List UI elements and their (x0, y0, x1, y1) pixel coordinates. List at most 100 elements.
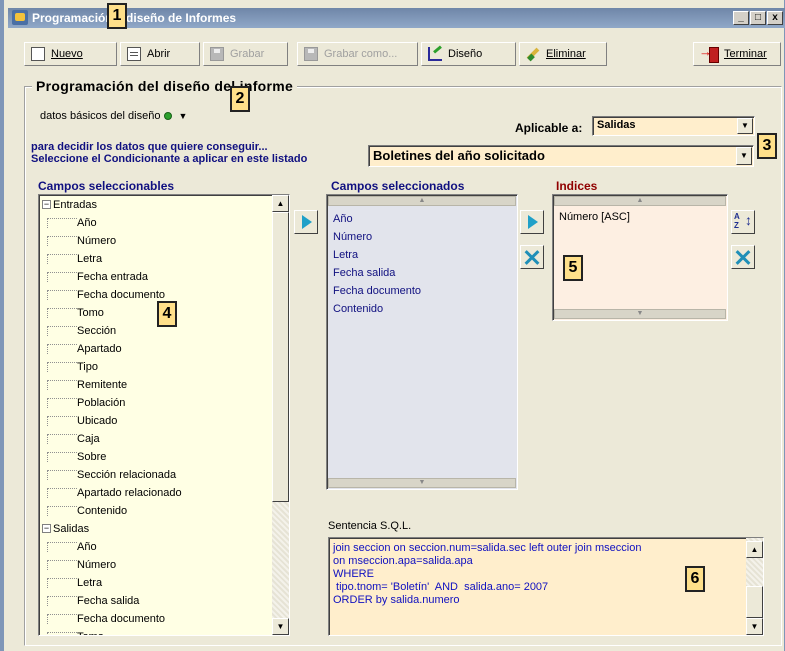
tree-group-label: Entradas (53, 199, 98, 211)
tree-group-0[interactable]: − Entradas (42, 196, 97, 214)
collapse-icon[interactable]: − (42, 200, 51, 209)
scroll-up-icon[interactable]: ▲ (554, 196, 726, 206)
sql-label: Sentencia S.Q.L. (328, 520, 412, 532)
tree-item[interactable]: Caja (47, 430, 100, 448)
tree-item[interactable]: Sección (47, 322, 116, 340)
scroll-up-icon[interactable]: ▲ (272, 195, 289, 212)
tree-item[interactable]: Número (47, 556, 116, 574)
tree-group-1[interactable]: − Salidas (42, 520, 89, 538)
design-chart-icon (428, 47, 442, 61)
selected-field-item[interactable]: Fecha documento (333, 285, 421, 297)
tree-item[interactable]: Ubicado (47, 412, 117, 430)
scroll-down-icon[interactable]: ▼ (554, 309, 726, 319)
eliminar-button[interactable]: Eliminar (519, 42, 607, 66)
tree-connector (47, 362, 77, 373)
tree-connector (47, 470, 77, 481)
tree-scrollbar[interactable]: ▲ ▼ (272, 195, 289, 635)
remove-index-button[interactable] (731, 245, 755, 269)
tree-item[interactable]: Tipo (47, 358, 98, 376)
tree-item[interactable]: Remitente (47, 376, 127, 394)
scroll-up-icon[interactable]: ▲ (328, 196, 516, 206)
collapse-icon[interactable]: − (42, 524, 51, 533)
sort-order-button[interactable]: A Z ↕ (731, 210, 755, 234)
add-index-button[interactable] (520, 210, 544, 234)
tree-item[interactable]: Año (47, 538, 97, 556)
tree-connector (47, 542, 77, 553)
maximize-button[interactable]: □ (750, 11, 766, 25)
tree-connector (47, 380, 77, 391)
chevron-down-icon: ▼ (178, 111, 188, 121)
tree-connector (47, 290, 77, 301)
tree-item-label: Tomo (77, 631, 104, 635)
tree-item[interactable]: Tomo (47, 304, 104, 322)
nuevo-button[interactable]: Nuevo (24, 42, 117, 66)
scroll-down-icon[interactable]: ▼ (328, 478, 516, 488)
remove-field-button[interactable] (520, 245, 544, 269)
tree-item[interactable]: Número (47, 232, 116, 250)
tree-item-label: Apartado (77, 343, 122, 355)
grabar-label: Grabar (230, 48, 265, 60)
eraser-icon (526, 47, 540, 61)
diseno-label: Diseño (448, 48, 483, 60)
grabar-como-button[interactable]: Grabar como... (297, 42, 418, 66)
scroll-thumb[interactable] (746, 586, 763, 618)
scroll-down-icon[interactable]: ▼ (272, 618, 289, 635)
scroll-up-icon[interactable]: ▲ (746, 541, 763, 558)
tree-connector (47, 398, 77, 409)
terminar-button[interactable]: Terminar (693, 42, 781, 66)
chevron-down-icon[interactable]: ▼ (737, 118, 753, 134)
basic-data-label: datos básicos del diseño (40, 110, 161, 122)
scroll-down-icon[interactable]: ▼ (746, 618, 763, 635)
selected-field-item[interactable]: Número (333, 231, 372, 243)
basic-data-selector[interactable]: datos básicos del diseño ▼ (40, 110, 187, 122)
sql-scrollbar[interactable]: ▲ ▼ (746, 538, 763, 635)
tree-connector (47, 488, 77, 499)
nuevo-label: Nuevo (51, 48, 83, 60)
tree-connector (47, 254, 77, 265)
chevron-down-icon[interactable]: ▼ (736, 147, 752, 165)
aplicable-select[interactable]: Salidas ▼ (592, 116, 755, 136)
abrir-button[interactable]: Abrir (120, 42, 200, 66)
tree-item[interactable]: Contenido (47, 502, 127, 520)
abrir-label: Abrir (147, 48, 171, 60)
tree-item[interactable]: Apartado relacionado (47, 484, 182, 502)
tree-item[interactable]: Fecha documento (47, 610, 165, 628)
selected-field-item[interactable]: Letra (333, 249, 358, 261)
selected-field-item[interactable]: Contenido (333, 303, 383, 315)
minimize-button[interactable]: _ (733, 11, 749, 25)
sql-line: WHERE (333, 568, 374, 580)
diseno-button[interactable]: Diseño (421, 42, 516, 66)
tree-item[interactable]: Fecha entrada (47, 268, 148, 286)
tree-item[interactable]: Sección relacionada (47, 466, 176, 484)
close-button[interactable]: x (767, 11, 783, 25)
scroll-thumb[interactable] (272, 212, 289, 502)
tree-item[interactable]: Letra (47, 574, 102, 592)
callout-4: 4 (157, 301, 177, 327)
index-item[interactable]: Número [ASC] (559, 211, 630, 223)
tree-item-label: Sección relacionada (77, 469, 177, 481)
tree-item[interactable]: Fecha documento (47, 286, 165, 304)
tree-item[interactable]: Año (47, 214, 97, 232)
selectable-fields-tree[interactable]: − Entradas Año Número Letra Fecha entrada Fech… (38, 194, 290, 636)
tree-item[interactable]: Población (47, 394, 125, 412)
aplicable-label: Aplicable a: (515, 121, 583, 135)
condicionante-value: Boletines del año solicitado (373, 148, 545, 163)
eliminar-label: Eliminar (546, 48, 586, 60)
tree-item-label: Sección (77, 325, 117, 337)
new-document-icon (31, 47, 45, 61)
selected-fields-list[interactable]: ▲ Año Número Letra Fecha salida Fecha docume… (326, 194, 518, 490)
tree-item-label: Número (77, 235, 117, 247)
grabar-button[interactable]: Grabar (203, 42, 288, 66)
tree-item[interactable]: Apartado (47, 340, 122, 358)
tree-item[interactable]: Fecha salida (47, 592, 139, 610)
tree-item-label: Número (77, 559, 117, 571)
tree-item[interactable]: Tomo (47, 628, 104, 635)
condicionante-select[interactable]: Boletines del año solicitado ▼ (368, 145, 754, 167)
tree-item-label: Remitente (77, 379, 128, 391)
tree-item-label: Año (77, 541, 97, 553)
add-field-button[interactable] (294, 210, 318, 234)
selected-field-item[interactable]: Fecha salida (333, 267, 395, 279)
tree-item[interactable]: Letra (47, 250, 102, 268)
tree-item[interactable]: Sobre (47, 448, 106, 466)
selected-field-item[interactable]: Año (333, 213, 353, 225)
